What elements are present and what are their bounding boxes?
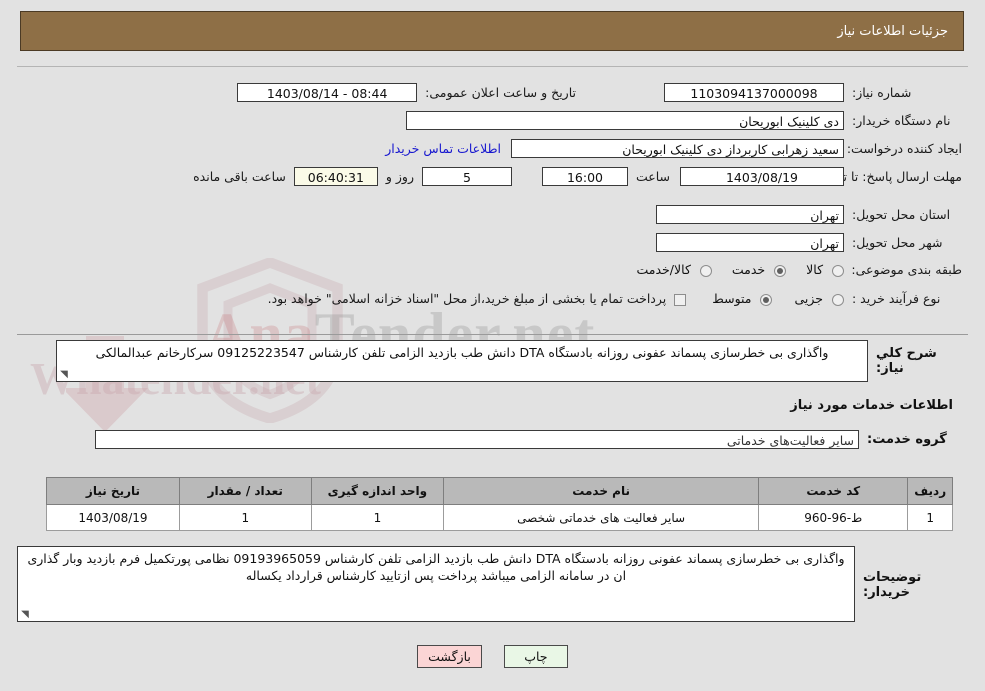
- purchase-process-label: نوع فرآیند خرید :: [852, 291, 941, 306]
- remaining-days-value: 5: [421, 167, 512, 186]
- general-description-section: شرح کلي نیاز: واگذاری بی خطرسازی پسماند …: [17, 340, 968, 382]
- need-number-value: 1103094137000098: [664, 83, 844, 102]
- request-creator-row: ایجاد کننده درخواست: سعید زهرابی کاربردا…: [385, 139, 962, 158]
- request-creator-value: سعید زهرابی کاربرداز دی کلینیک ابوریحان: [511, 139, 844, 158]
- process-option-minor[interactable]: جزیی: [794, 291, 844, 306]
- category-option-goods-service-label: کالا/خدمت: [636, 262, 691, 277]
- category-option-goods-label: کالا: [806, 262, 824, 277]
- deadline-time-value: 16:00: [541, 167, 628, 186]
- request-creator-label: ایجاد کننده درخواست:: [846, 141, 962, 156]
- remaining-days-label: روز و: [385, 169, 414, 184]
- delivery-city-row: شهر محل تحویل: تهران: [656, 233, 962, 252]
- delivery-city-label: شهر محل تحویل:: [852, 235, 943, 250]
- remaining-time-countdown: 06:40:31: [293, 167, 378, 186]
- buyer-notes-text: واگذاری بی خطرسازی پسماند عفونی روزانه ب…: [27, 551, 845, 583]
- table-row: 1 ط-96-960 سایر فعالیت های خدماتی شخصی 1…: [46, 504, 953, 531]
- service-group-value: سایر فعالیت‌های خدماتی: [95, 430, 859, 449]
- buyer-notes-resize-handle-icon[interactable]: ◥: [20, 610, 30, 620]
- page-title: جزئیات اطلاعات نیاز: [837, 23, 948, 39]
- window-title-bar: جزئیات اطلاعات نیاز: [20, 11, 964, 51]
- buyer-notes-label: توضیحات خریدار:: [863, 570, 922, 600]
- buyer-notes-value[interactable]: واگذاری بی خطرسازی پسماند عفونی روزانه ب…: [17, 546, 855, 622]
- announce-datetime-value: 1403/08/14 - 08:44: [237, 83, 418, 102]
- cell-service-code: ط-96-960: [758, 504, 909, 531]
- buyer-contact-link[interactable]: اطلاعات تماس خریدار: [385, 141, 501, 156]
- deadline-label: مهلت ارسال پاسخ: تا تاریخ:: [817, 168, 962, 184]
- buyer-org-label: نام دستگاه خریدار:: [852, 113, 951, 128]
- subject-category-label: طبقه بندی موضوعی:: [851, 262, 962, 277]
- radio-goods-service-icon[interactable]: [699, 264, 712, 277]
- category-option-goods[interactable]: کالا: [806, 262, 844, 277]
- radio-goods-icon[interactable]: [832, 264, 844, 277]
- announce-datetime-row: تاریخ و ساعت اعلان عمومی: 1403/08/14 - 0…: [237, 83, 576, 102]
- cell-unit: 1: [310, 504, 445, 531]
- resize-handle-icon[interactable]: ◥: [59, 370, 69, 380]
- checkbox-treasury-icon[interactable]: [674, 293, 687, 306]
- category-option-service[interactable]: خدمت: [731, 262, 787, 277]
- col-header-quantity: تعداد / مقدار: [178, 477, 312, 505]
- category-option-service-label: خدمت: [731, 262, 766, 277]
- buyer-org-value: دی کلینیک ابوریحان: [406, 111, 844, 130]
- print-button[interactable]: چاپ: [503, 645, 568, 668]
- general-description-label: شرح کلي نیاز:: [876, 346, 937, 376]
- col-header-need-date: تاریخ نیاز: [46, 477, 180, 505]
- col-header-unit: واحد اندازه گیری: [310, 477, 445, 505]
- need-number-row: شماره نیاز: 1103094137000098: [664, 83, 962, 102]
- col-header-row-number: ردیف: [907, 477, 953, 505]
- treasury-bond-checkbox[interactable]: [674, 291, 687, 306]
- col-header-service-name: نام خدمت: [443, 477, 760, 505]
- cell-row-number: 1: [907, 504, 953, 531]
- announce-datetime-label: تاریخ و ساعت اعلان عمومی:: [425, 85, 576, 100]
- table-header-row: ردیف کد خدمت نام خدمت واحد اندازه گیری ت…: [46, 477, 953, 505]
- radio-service-icon[interactable]: [774, 264, 787, 277]
- deadline-row: مهلت ارسال پاسخ: تا تاریخ: 1403/08/19 سا…: [193, 167, 962, 186]
- deadline-hour-label: ساعت: [635, 169, 670, 184]
- service-group-label: گروه خدمت:: [867, 432, 947, 447]
- remaining-time-label: ساعت باقی مانده: [193, 169, 286, 184]
- delivery-province-value: تهران: [656, 205, 844, 224]
- category-option-goods-service[interactable]: کالا/خدمت: [637, 262, 712, 277]
- general-description-text: واگذاری بی خطرسازی پسماند عفونی روزانه ب…: [95, 345, 829, 360]
- delivery-province-row: استان محل تحویل: تهران: [656, 205, 962, 224]
- buyer-notes-section: توضیحات خریدار: واگذاری بی خطرسازی پسمان…: [17, 546, 968, 622]
- service-group-row: گروه خدمت: سایر فعالیت‌های خدماتی: [95, 430, 953, 449]
- delivery-province-label: استان محل تحویل:: [852, 207, 951, 222]
- need-info-panel: شماره نیاز: 1103094137000098 تاریخ و ساع…: [17, 66, 968, 335]
- cell-need-date: 1403/08/19: [46, 504, 180, 531]
- page-root: AnaTender.net Wnatender.net جزئیات اطلاع…: [0, 0, 985, 691]
- general-description-value[interactable]: واگذاری بی خطرسازی پسماند عفونی روزانه ب…: [56, 340, 868, 382]
- col-header-service-code: کد خدمت: [758, 477, 909, 505]
- radio-medium-icon[interactable]: [760, 293, 773, 306]
- buyer-org-row: نام دستگاه خریدار: دی کلینیک ابوریحان: [406, 111, 962, 130]
- cell-quantity: 1: [178, 504, 312, 531]
- services-table: ردیف کد خدمت نام خدمت واحد اندازه گیری ت…: [46, 477, 953, 531]
- process-option-minor-label: جزیی: [794, 291, 824, 306]
- services-section-title: اطلاعات خدمات مورد نیاز: [790, 398, 953, 413]
- purchase-process-row: نوع فرآیند خرید : جزیی متوسط پرداخت تمام…: [268, 291, 962, 306]
- back-button[interactable]: بازگشت: [417, 645, 482, 668]
- process-option-medium[interactable]: متوسط: [712, 291, 773, 306]
- need-number-label: شماره نیاز:: [852, 85, 912, 100]
- action-button-bar: بازگشت چاپ: [0, 645, 985, 668]
- deadline-date-value: 1403/08/19: [680, 167, 844, 186]
- treasury-bond-note: پرداخت تمام یا بخشی از مبلغ خرید،از محل …: [267, 291, 667, 306]
- cell-service-name: سایر فعالیت های خدماتی شخصی: [443, 504, 760, 531]
- delivery-city-value: تهران: [656, 233, 844, 252]
- process-option-medium-label: متوسط: [712, 291, 752, 306]
- subject-category-row: طبقه بندی موضوعی: کالا خدمت کالا/خدمت: [637, 262, 962, 277]
- radio-minor-icon[interactable]: [832, 293, 844, 306]
